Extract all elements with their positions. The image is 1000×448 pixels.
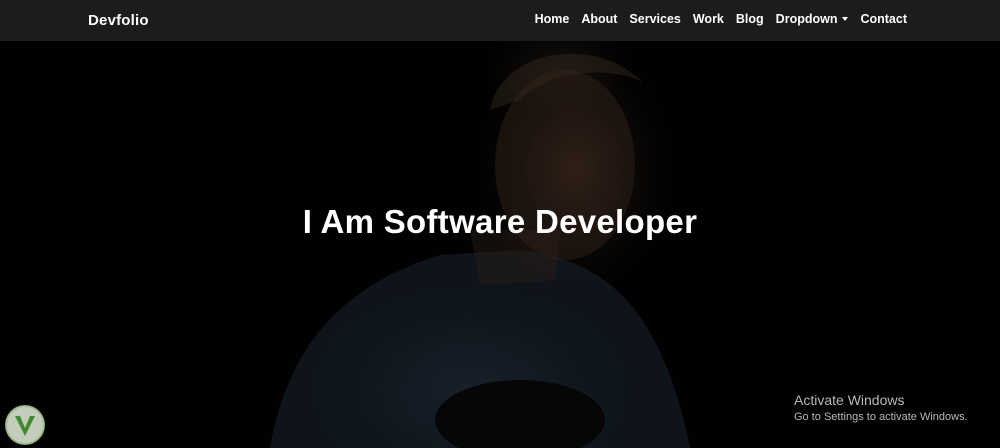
nav-link-label: Dropdown [775,12,838,26]
watermark-subtitle: Go to Settings to activate Windows. [794,411,968,423]
nav-link-label: Contact [860,12,907,26]
nav-link-contact[interactable]: Contact [860,12,907,26]
activate-windows-watermark: Activate Windows Go to Settings to activ… [794,392,968,423]
nav-link-blog[interactable]: Blog [736,12,764,26]
watermark-title: Activate Windows [794,392,905,408]
nav-link-label: Home [534,12,570,26]
nav-link-about[interactable]: About [581,12,617,26]
nav-link-services[interactable]: Services [629,12,680,26]
nav-link-label: Work [692,12,724,26]
nav-link-home[interactable]: Home [535,12,570,26]
navbar: Devfolio Home About Services Work Blog D… [0,0,1000,41]
nav-link-label: Blog [735,12,764,26]
corner-badge-icon [5,405,45,445]
nav-link-label: Services [629,12,681,26]
nav-link-dropdown[interactable]: Dropdown [776,12,849,26]
nav-link-label: About [581,12,618,26]
brand-logo[interactable]: Devfolio [88,12,149,29]
nav-link-work[interactable]: Work [693,12,724,26]
chevron-down-icon [842,17,849,21]
nav-menu: Home About Services Work Blog Dropdown C… [535,12,907,26]
hero-title: I Am Software Developer [302,203,698,240]
